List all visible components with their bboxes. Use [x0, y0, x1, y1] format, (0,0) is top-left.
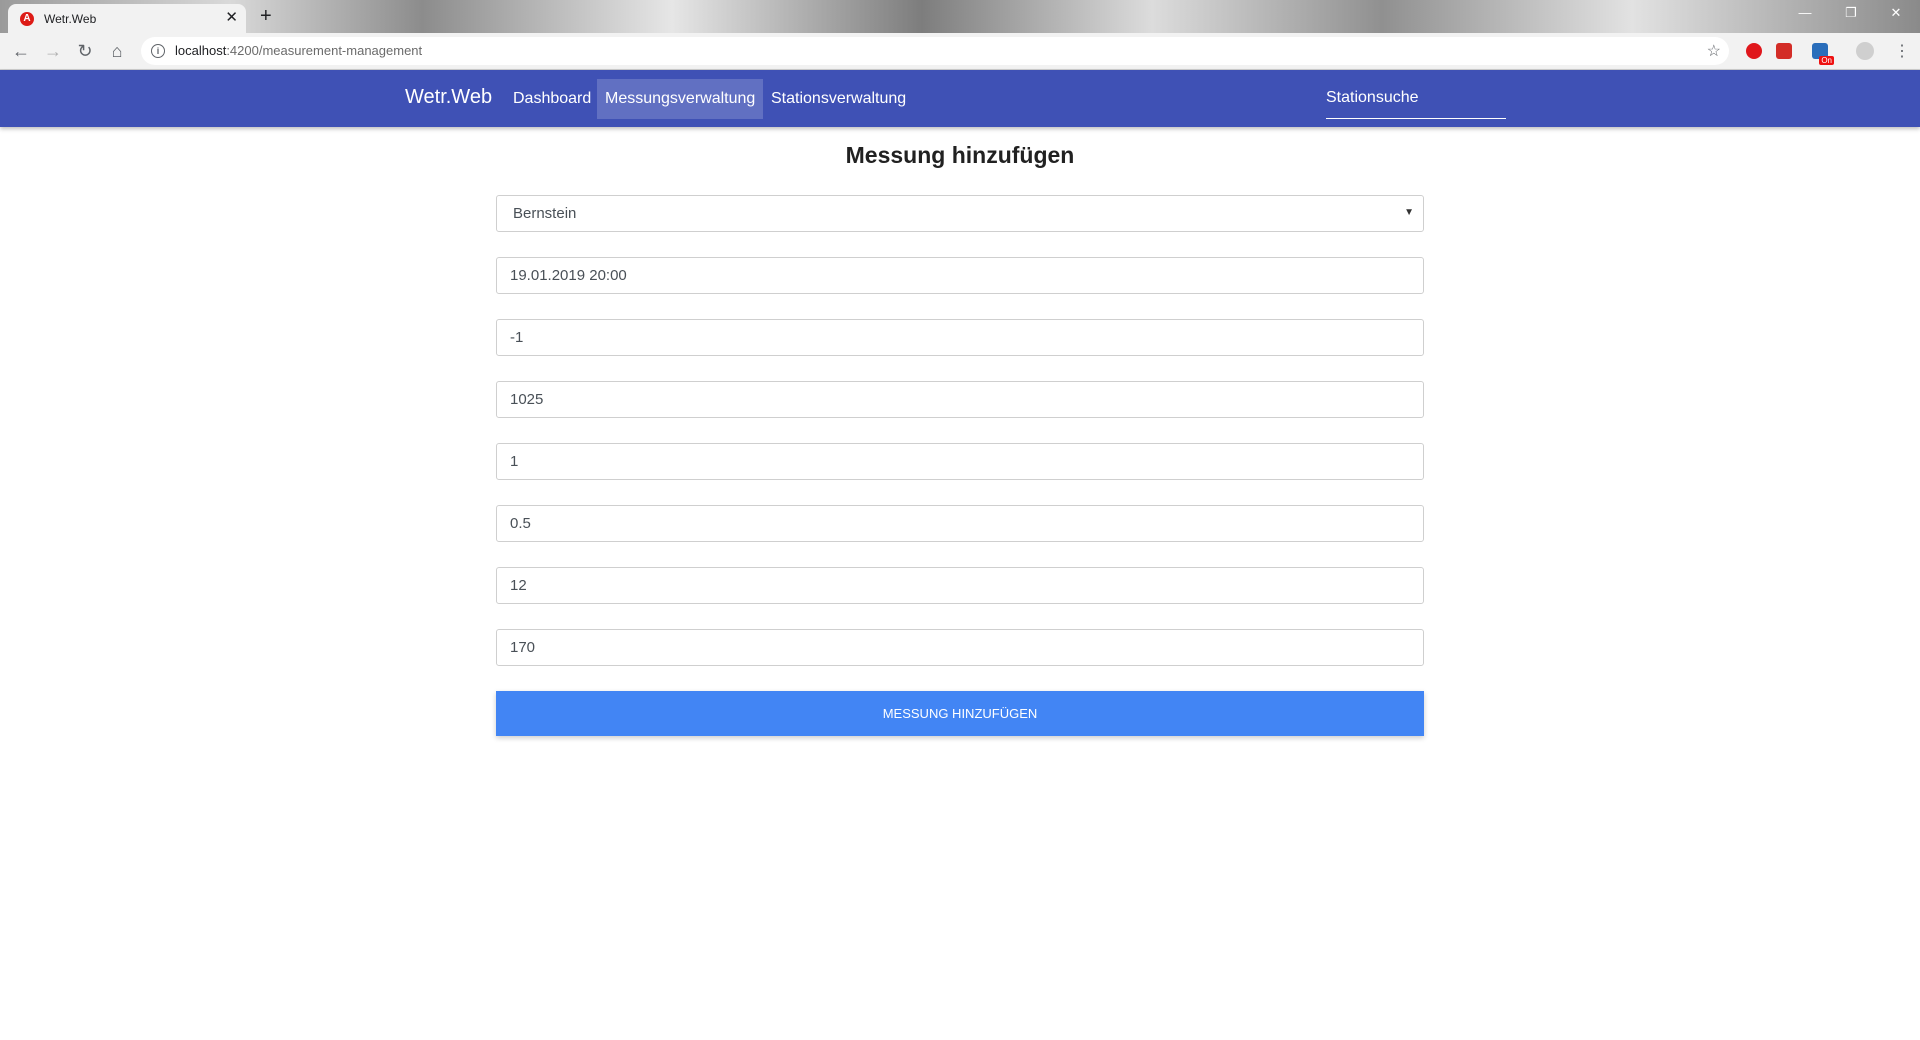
on-extension-icon[interactable]: On [1812, 43, 1834, 65]
measurement-value-input-2[interactable] [496, 381, 1424, 418]
measurement-value-input-4[interactable] [496, 505, 1424, 542]
add-measurement-button[interactable]: Messung hinzufügen [496, 691, 1424, 736]
tab-title: Wetr.Web [44, 12, 97, 26]
station-select[interactable]: Bernstein [496, 195, 1424, 232]
station-search [1326, 84, 1506, 119]
datetime-input[interactable] [496, 257, 1424, 294]
browser-tab-bar: A Wetr.Web ✕ + — ❐ ✕ [0, 0, 1920, 33]
opera-extension-icon[interactable] [1746, 43, 1762, 59]
restore-button[interactable]: ❐ [1831, 5, 1871, 21]
address-bar[interactable]: i localhost:4200/measurement-management … [141, 37, 1729, 65]
minimize-button[interactable]: — [1785, 5, 1825, 20]
nav-messungsverwaltung[interactable]: Messungsverwaltung [597, 79, 764, 119]
home-icon[interactable]: ⌂ [106, 40, 128, 62]
profile-avatar-icon[interactable] [1856, 42, 1874, 60]
browser-tab[interactable]: A Wetr.Web ✕ [8, 4, 246, 33]
url-text[interactable]: localhost:4200/measurement-management [175, 43, 422, 58]
close-window-button[interactable]: ✕ [1876, 5, 1916, 21]
nav-stationsverwaltung[interactable]: Stationsverwaltung [763, 79, 914, 119]
bookmark-star-icon[interactable]: ☆ [1707, 41, 1721, 61]
app-navbar: Wetr.Web Dashboard Messungsverwaltung St… [0, 70, 1920, 127]
browser-toolbar: ← → ↻ ⌂ i localhost:4200/measurement-man… [0, 33, 1920, 70]
new-tab-button[interactable]: + [260, 6, 272, 26]
angular-favicon-icon: A [20, 12, 34, 26]
brand-logo[interactable]: Wetr.Web [405, 86, 492, 109]
measurement-value-input-6[interactable] [496, 629, 1424, 666]
measurement-value-input-1[interactable] [496, 319, 1424, 356]
tab-close-icon[interactable]: ✕ [225, 10, 238, 26]
page-title: Messung hinzufügen [845, 142, 1075, 168]
measurement-value-input-5[interactable] [496, 567, 1424, 604]
forward-arrow-icon[interactable]: → [42, 40, 64, 62]
nav-dashboard[interactable]: Dashboard [505, 79, 599, 119]
station-select-wrapper: Bernstein ▼ [496, 195, 1424, 232]
browser-menu-icon[interactable]: ⋮ [1894, 41, 1910, 61]
station-search-input[interactable] [1326, 84, 1506, 112]
info-icon[interactable]: i [151, 44, 165, 58]
lastpass-extension-icon[interactable] [1776, 43, 1792, 59]
reload-icon[interactable]: ↻ [74, 40, 96, 62]
back-arrow-icon[interactable]: ← [10, 40, 32, 62]
measurement-value-input-3[interactable] [496, 443, 1424, 480]
